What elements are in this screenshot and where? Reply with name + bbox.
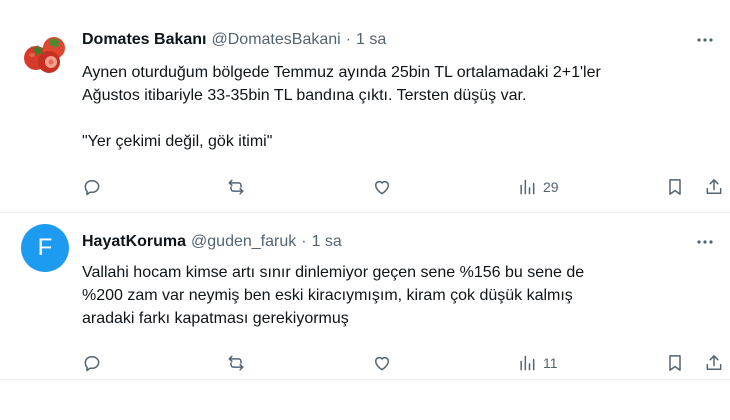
tweet[interactable]: Domates Bakanı @DomatesBakani · 1 sa Ayn… xyxy=(0,0,730,213)
action-bar: 11 xyxy=(82,352,722,374)
tweet-header: HayatKoruma @guden_faruk · 1 sa xyxy=(82,231,710,253)
more-options-icon[interactable] xyxy=(694,231,716,253)
reply-icon xyxy=(84,356,100,372)
reply-icon xyxy=(84,180,100,196)
bookmark-icon xyxy=(669,355,681,371)
tweet-text: Aynen oturduğum bölgede Temmuz ayında 25… xyxy=(82,61,710,153)
action-bar: 29 xyxy=(82,176,722,198)
tweet-text-line: "Yer çekimi değil, gök itimi" xyxy=(82,133,273,150)
like-button[interactable] xyxy=(372,176,392,198)
tweet-header: Domates Bakanı @DomatesBakani · 1 sa xyxy=(82,29,710,51)
separator: · xyxy=(345,31,352,48)
tweet-text-line: aradaki farkı kapatması gerekiyormuş xyxy=(82,310,349,327)
author-name[interactable]: Domates Bakanı xyxy=(82,31,207,49)
heart-icon xyxy=(375,180,389,195)
tweet-text-line: Ağustos itibariyle 33-35bin TL bandına ç… xyxy=(82,87,527,104)
reply-button[interactable] xyxy=(82,176,102,198)
analytics-icon xyxy=(520,179,535,195)
share-button[interactable] xyxy=(704,176,724,198)
like-button[interactable] xyxy=(372,352,392,374)
retweet-icon xyxy=(228,179,244,195)
views-count: 29 xyxy=(543,179,559,195)
more-options-icon[interactable] xyxy=(694,29,716,51)
author-handle[interactable]: @guden_faruk xyxy=(191,233,296,251)
tweet-text: Vallahi hocam kimse artı sınır dinlemiyo… xyxy=(82,261,710,330)
views-count: 11 xyxy=(543,355,558,371)
avatar-letter: F xyxy=(37,234,53,261)
share-icon xyxy=(706,355,722,370)
views-button[interactable]: 29 xyxy=(517,176,559,198)
views-button[interactable]: 11 xyxy=(517,352,558,374)
analytics-icon xyxy=(520,355,535,371)
reply-button[interactable] xyxy=(82,352,102,374)
heart-icon xyxy=(375,356,389,371)
bookmark-icon xyxy=(669,179,681,195)
tweet[interactable]: F HayatKoruma @guden_faruk · 1 sa Vallah… xyxy=(0,213,730,380)
tomato-avatar-icon[interactable] xyxy=(21,29,69,77)
tweet-text-line: Aynen oturduğum bölgede Temmuz ayında 25… xyxy=(82,64,601,81)
author-name[interactable]: HayatKoruma xyxy=(82,233,186,251)
bookmark-button[interactable] xyxy=(665,352,685,374)
timeline: Domates Bakanı @DomatesBakani · 1 sa Ayn… xyxy=(0,0,730,420)
avatar[interactable]: F xyxy=(21,224,69,272)
retweet-button[interactable] xyxy=(226,352,246,374)
timestamp[interactable]: 1 sa xyxy=(312,233,342,251)
tweet-text-line: Vallahi hocam kimse artı sınır dinlemiyo… xyxy=(82,264,585,281)
retweet-button[interactable] xyxy=(226,176,246,198)
separator: · xyxy=(301,233,307,250)
author-handle[interactable]: @DomatesBakani xyxy=(212,31,341,49)
tweet-text-line: %200 zam var neymiş ben eski kiracıymışı… xyxy=(82,287,573,304)
share-button[interactable] xyxy=(704,352,724,374)
bookmark-button[interactable] xyxy=(665,176,685,198)
timestamp[interactable]: 1 sa xyxy=(356,31,386,49)
retweet-icon xyxy=(228,355,244,371)
share-icon xyxy=(706,179,722,194)
